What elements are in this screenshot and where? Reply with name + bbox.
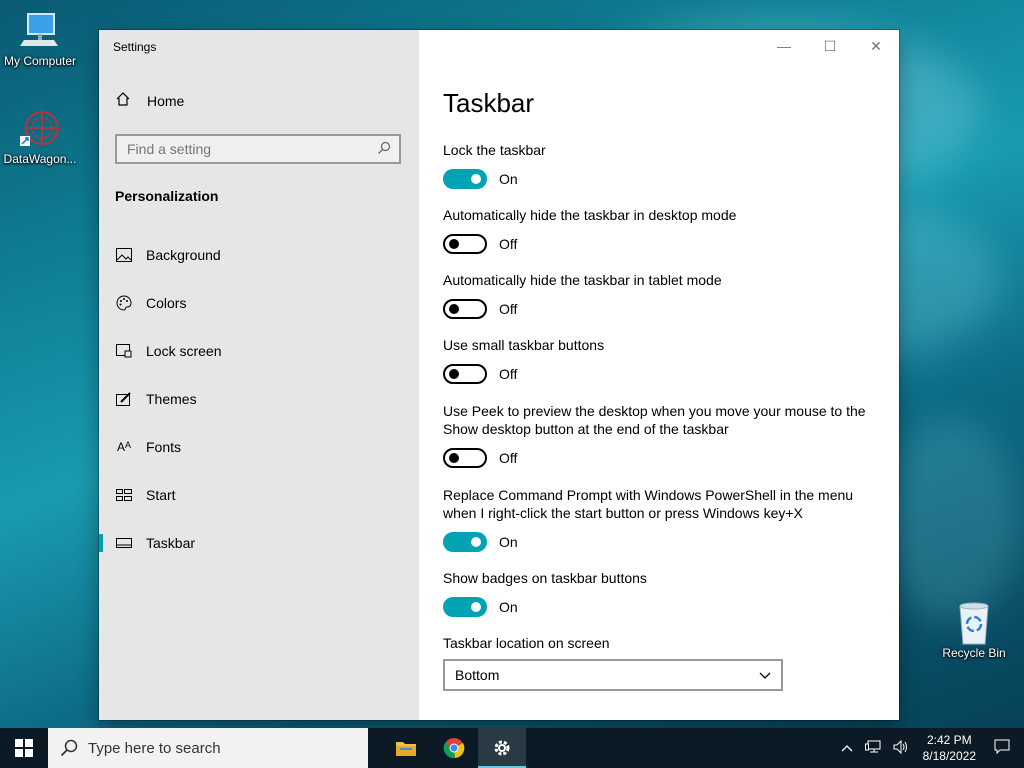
setting-autohide-desktop: Automatically hide the taskbar in deskto… [443, 206, 883, 254]
toggle-state: Off [499, 366, 518, 382]
setting-label: Use small taskbar buttons [443, 337, 605, 353]
clock[interactable]: 2:42 PM 8/18/2022 [915, 732, 984, 764]
taskbar-search-placeholder: Type here to search [88, 739, 221, 757]
setting-autohide-tablet: Automatically hide the taskbar in tablet… [443, 271, 883, 319]
desktop-icon-label: My Computer [3, 54, 77, 68]
find-setting-search[interactable] [115, 134, 401, 164]
sidebar-item-label: Lock screen [146, 343, 222, 359]
folder-icon [396, 742, 416, 756]
font-icon: AA [116, 440, 132, 454]
home-link[interactable]: Home [115, 92, 184, 109]
sidebar-item-label: Background [146, 247, 221, 263]
sidebar-item-label: Themes [146, 391, 197, 407]
taskbar: Type here to search 2:42 PM 8/18/2022 [0, 728, 1024, 768]
taskbar-location-dropdown[interactable]: Bottom [443, 659, 783, 691]
toggle-switch[interactable] [443, 234, 487, 254]
sidebar-item-taskbar[interactable]: Taskbar [99, 519, 419, 567]
setting-label: Replace Command Prompt with Windows Powe… [443, 487, 854, 521]
palette-icon [115, 295, 133, 311]
chevron-up-icon[interactable] [835, 741, 859, 755]
setting-small-buttons: Use small taskbar buttons Off [443, 336, 883, 384]
taskbar-search[interactable]: Type here to search [48, 728, 368, 768]
toggle-switch[interactable] [443, 364, 487, 384]
clock-date: 8/18/2022 [922, 749, 976, 763]
search-icon [60, 739, 78, 757]
toggle-switch[interactable] [443, 597, 487, 617]
toggle-switch[interactable] [443, 532, 487, 552]
desktop-icon-datawagon[interactable]: DataWagon... [0, 108, 80, 166]
clock-time: 2:42 PM [926, 733, 972, 747]
computer-icon [20, 10, 60, 50]
toggle-switch[interactable] [443, 299, 487, 319]
toggle-state: Off [499, 301, 518, 317]
window-controls: — ☐ ✕ [761, 30, 899, 62]
section-heading: Personalization [115, 188, 219, 204]
setting-peek: Use Peek to preview the desktop when you… [443, 402, 883, 468]
setting-label: Use Peek to preview the desktop when you… [443, 403, 866, 437]
image-icon [115, 248, 133, 262]
setting-badges: Show badges on taskbar buttons On [443, 569, 883, 617]
page-title: Taskbar [443, 88, 535, 118]
taskbar-app-settings[interactable] [478, 728, 526, 768]
settings-window: Settings Home Personalization Background [99, 30, 899, 720]
sidebar-item-label: Colors [146, 295, 187, 311]
desktop-icon-label: DataWagon... [3, 152, 77, 166]
gear-icon [494, 740, 510, 756]
search-input[interactable] [125, 140, 377, 158]
window-title: Settings [113, 40, 157, 54]
sidebar-item-label: Fonts [146, 439, 182, 455]
taskbar-app-file-explorer[interactable] [382, 728, 430, 768]
sidebar-item-themes[interactable]: Themes [99, 375, 419, 423]
home-label: Home [147, 92, 185, 109]
toggle-state: On [499, 599, 518, 615]
chrome-icon [443, 738, 465, 759]
toggle-state: On [499, 171, 518, 187]
setting-powershell: Replace Command Prompt with Windows Powe… [443, 486, 883, 552]
datawagon-icon [20, 108, 60, 148]
toggle-switch[interactable] [443, 448, 487, 468]
windows-logo-icon [15, 739, 33, 757]
start-button[interactable] [0, 728, 48, 768]
main-panel: — ☐ ✕ Taskbar Lock the taskbar On Automa… [419, 30, 899, 720]
chevron-down-icon [759, 667, 771, 683]
taskbar-app-chrome[interactable] [430, 728, 478, 768]
brush-icon [115, 392, 133, 406]
recycle-bin-icon [954, 602, 994, 645]
setting-label: Show badges on taskbar buttons [443, 570, 647, 586]
start-icon [115, 489, 133, 501]
setting-label: Automatically hide the taskbar in tablet… [443, 272, 722, 288]
minimize-button[interactable]: — [761, 30, 807, 62]
toggle-state: On [499, 534, 518, 550]
taskbar-location-label: Taskbar location on screen [443, 635, 610, 651]
sidebar-item-fonts[interactable]: AA Fonts [99, 423, 419, 471]
maximize-button[interactable]: ☐ [807, 30, 853, 62]
sidebar-item-colors[interactable]: Colors [99, 279, 419, 327]
setting-label: Automatically hide the taskbar in deskto… [443, 207, 737, 223]
sidebar: Settings Home Personalization Background [99, 30, 419, 720]
system-tray: 2:42 PM 8/18/2022 [835, 728, 1024, 768]
setting-label: Lock the taskbar [443, 142, 546, 158]
desktop-icon-label: Recycle Bin [942, 646, 1006, 660]
sidebar-item-lock-screen[interactable]: Lock screen [99, 327, 419, 375]
taskbar-icon [115, 538, 133, 548]
sidebar-item-label: Start [146, 487, 176, 503]
close-button[interactable]: ✕ [853, 30, 899, 62]
toggle-state: Off [499, 450, 518, 466]
search-icon [377, 141, 391, 158]
network-icon[interactable] [859, 740, 887, 757]
toggle-state: Off [499, 236, 518, 252]
sidebar-item-background[interactable]: Background [99, 231, 419, 279]
volume-icon[interactable] [887, 739, 915, 757]
sidebar-item-label: Taskbar [146, 535, 196, 551]
toggle-switch[interactable] [443, 169, 487, 189]
dropdown-value: Bottom [455, 667, 500, 683]
desktop-icon-recycle-bin[interactable]: Recycle Bin [934, 602, 1014, 660]
desktop-icon-my-computer[interactable]: My Computer [0, 10, 80, 68]
home-icon [115, 92, 131, 109]
notification-icon[interactable] [984, 739, 1024, 758]
sidebar-item-start[interactable]: Start [99, 471, 419, 519]
lock-screen-icon [115, 344, 133, 358]
setting-lock-taskbar: Lock the taskbar On [443, 141, 883, 189]
